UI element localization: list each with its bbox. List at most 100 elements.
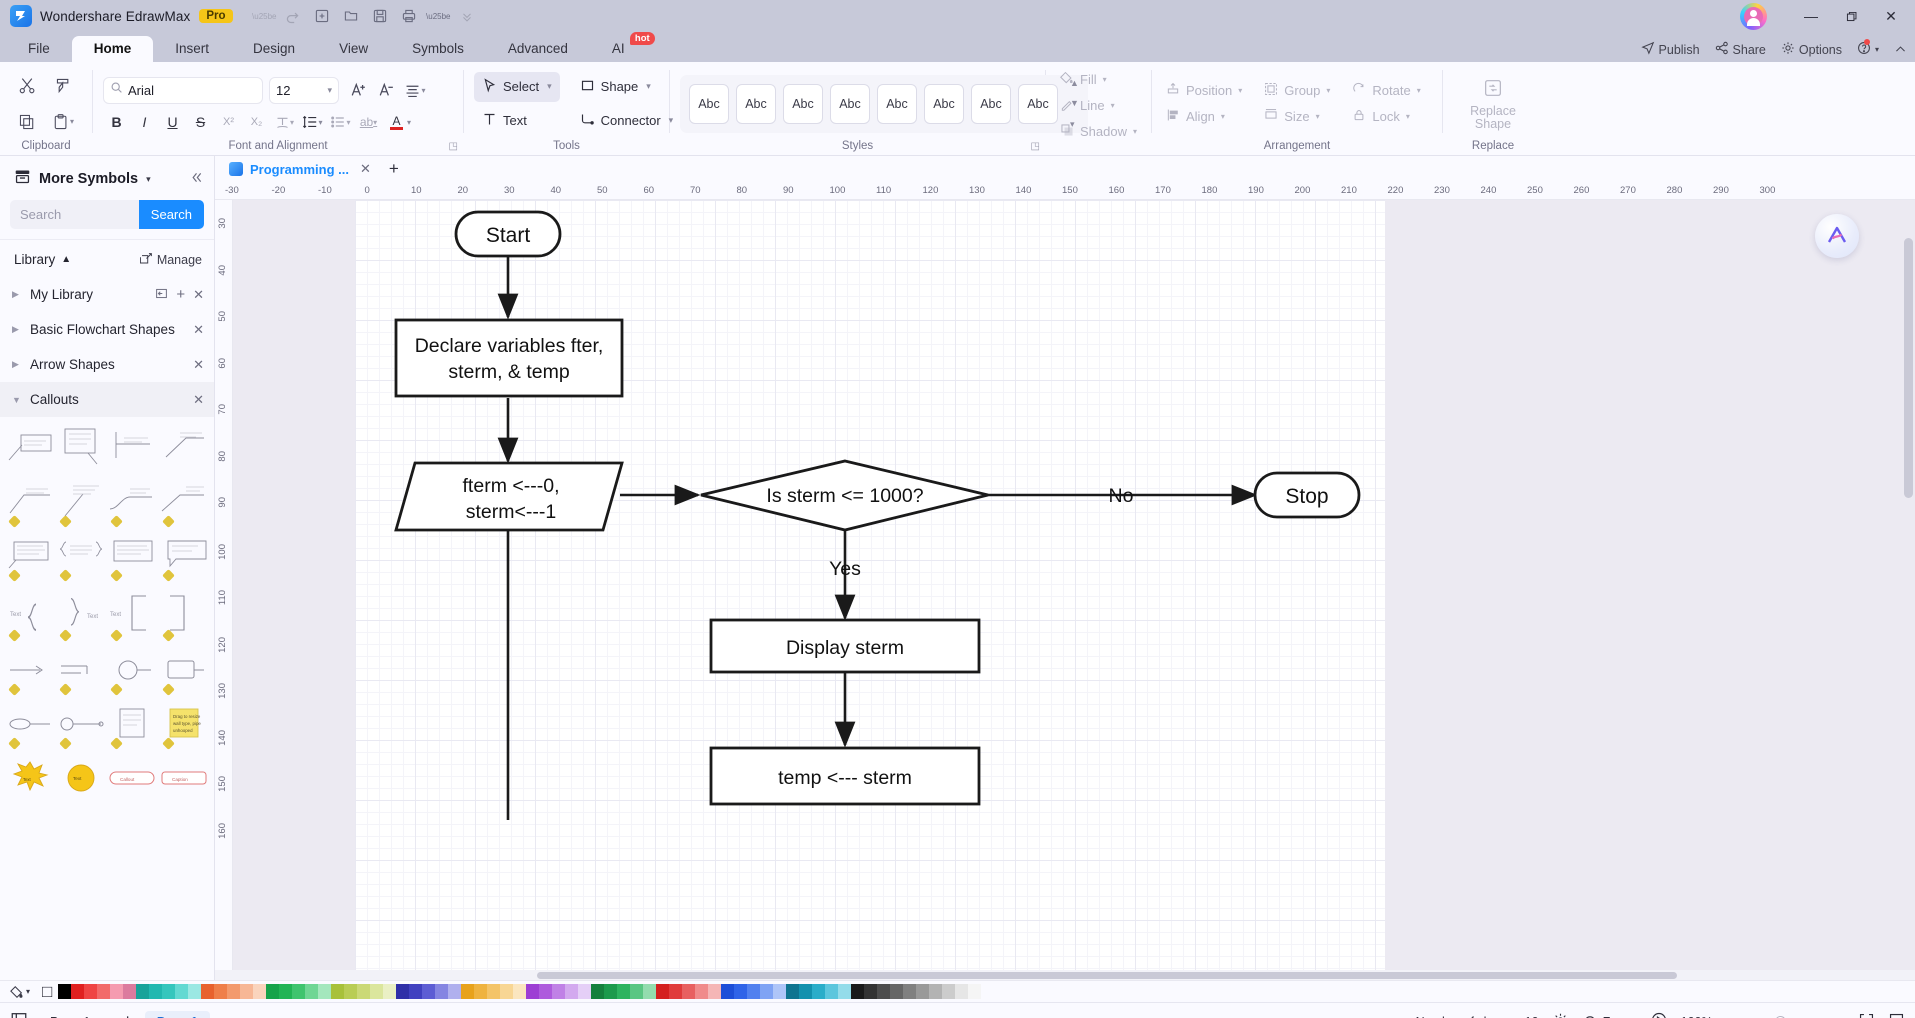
- page-selector[interactable]: Page-1 ▾: [40, 1012, 110, 1018]
- shape-thumbnail[interactable]: [55, 645, 106, 696]
- color-swatch[interactable]: [110, 984, 124, 999]
- subscript-button[interactable]: X₂: [243, 109, 270, 135]
- avatar[interactable]: [1740, 3, 1767, 30]
- color-swatch[interactable]: [188, 984, 202, 999]
- color-swatch[interactable]: [474, 984, 488, 999]
- more-icon[interactable]: [454, 4, 480, 28]
- text-tool-button[interactable]: Text: [474, 106, 560, 136]
- color-swatch[interactable]: [942, 984, 956, 999]
- color-swatch[interactable]: [890, 984, 904, 999]
- shape-thumbnail[interactable]: [158, 423, 210, 473]
- font-family-input[interactable]: ▾: [103, 76, 309, 104]
- font-size-input[interactable]: ▾: [269, 76, 339, 104]
- tab-file[interactable]: File: [6, 36, 72, 62]
- color-swatch[interactable]: [708, 984, 722, 999]
- flowchart-diagram[interactable]: Start Declare variables fter, sterm, & t…: [355, 200, 1385, 820]
- style-swatch[interactable]: Abc: [877, 83, 917, 124]
- color-swatch[interactable]: [292, 984, 306, 999]
- shape-thumbnail[interactable]: [158, 477, 210, 528]
- close-icon[interactable]: ✕: [193, 392, 204, 408]
- no-fill-swatch[interactable]: □: [36, 982, 58, 1002]
- close-icon[interactable]: ✕: [193, 287, 204, 303]
- color-swatch[interactable]: [799, 984, 813, 999]
- styles-dialog-launcher[interactable]: ◳: [1031, 141, 1040, 152]
- maximize-button[interactable]: [1831, 0, 1871, 32]
- color-swatch[interactable]: [747, 984, 761, 999]
- shape-thumbnail[interactable]: [106, 699, 158, 750]
- color-swatch[interactable]: [253, 984, 267, 999]
- shape-thumbnail[interactable]: Text: [55, 585, 106, 642]
- focus-mode-button[interactable]: Focus: [1582, 1014, 1637, 1018]
- color-swatch[interactable]: [84, 984, 98, 999]
- export-icon[interactable]: \u25be: [424, 4, 451, 28]
- shape-thumbnail[interactable]: [158, 585, 210, 642]
- bullet-list-button[interactable]: ▾: [327, 109, 354, 135]
- color-swatch[interactable]: [175, 984, 189, 999]
- bold-button[interactable]: B: [103, 109, 130, 135]
- underline-button[interactable]: U: [159, 109, 186, 135]
- style-swatch[interactable]: Abc: [830, 83, 870, 124]
- increase-font-size-icon[interactable]: [345, 76, 373, 104]
- page-view-icon[interactable]: [10, 1011, 28, 1018]
- shape-thumbnail[interactable]: [106, 645, 158, 696]
- color-swatch[interactable]: [565, 984, 579, 999]
- shape-thumbnail[interactable]: Callout: [106, 753, 158, 803]
- color-swatch[interactable]: [591, 984, 605, 999]
- color-swatch[interactable]: [825, 984, 839, 999]
- save-icon[interactable]: [367, 4, 393, 28]
- undo-icon[interactable]: \u25be: [250, 4, 277, 28]
- add-tab-button[interactable]: +: [389, 159, 399, 179]
- shape-thumbnail[interactable]: Text: [4, 753, 55, 803]
- color-swatch[interactable]: [318, 984, 332, 999]
- horizontal-scrollbar-thumb[interactable]: [537, 971, 1677, 979]
- color-swatch[interactable]: [422, 984, 436, 999]
- search-field[interactable]: [20, 207, 129, 222]
- color-swatch[interactable]: [968, 984, 982, 999]
- vertical-scrollbar[interactable]: [1904, 238, 1913, 498]
- format-painter-icon[interactable]: [46, 69, 80, 103]
- color-swatch-strip[interactable]: [58, 984, 1915, 999]
- zoom-out-button[interactable]: −: [1733, 1014, 1741, 1018]
- document-tab[interactable]: Programming ... ✕: [221, 158, 379, 180]
- cut-icon[interactable]: [10, 69, 44, 103]
- color-swatch[interactable]: [214, 984, 228, 999]
- color-swatch[interactable]: [201, 984, 215, 999]
- close-button[interactable]: ✕: [1871, 0, 1911, 32]
- fill-button[interactable]: Fill ▾: [1056, 67, 1111, 92]
- settings-icon[interactable]: [1552, 1012, 1569, 1018]
- shape-thumbnail[interactable]: Caption: [158, 753, 210, 803]
- shape-tool-button[interactable]: Shape ▾: [572, 72, 682, 102]
- decrease-font-size-icon[interactable]: [373, 76, 401, 104]
- options-button[interactable]: Options: [1781, 41, 1842, 58]
- page-tab-page-1[interactable]: Page-1: [144, 1010, 210, 1018]
- paste-icon[interactable]: ▾: [46, 105, 80, 139]
- line-button[interactable]: Line ▾: [1056, 93, 1119, 118]
- shape-thumbnail[interactable]: [4, 531, 55, 582]
- color-swatch[interactable]: [58, 984, 72, 999]
- color-swatch[interactable]: [149, 984, 163, 999]
- color-swatch[interactable]: [929, 984, 943, 999]
- italic-button[interactable]: I: [131, 109, 158, 135]
- shape-thumbnail[interactable]: [158, 531, 210, 582]
- color-swatch[interactable]: [877, 984, 891, 999]
- presentation-icon[interactable]: [1650, 1011, 1668, 1018]
- color-swatch[interactable]: [734, 984, 748, 999]
- color-swatch[interactable]: [344, 984, 358, 999]
- horizontal-ruler[interactable]: -30 -20 -10 0 10 20 30 40 50 60 70 80 90 100 110 120 130…: [215, 182, 1915, 200]
- color-swatch[interactable]: [916, 984, 930, 999]
- tab-design[interactable]: Design: [231, 36, 317, 62]
- font-dialog-launcher[interactable]: ◳: [449, 141, 458, 152]
- color-swatch[interactable]: [682, 984, 696, 999]
- strikethrough-button[interactable]: S: [187, 109, 214, 135]
- close-icon[interactable]: ✕: [360, 161, 371, 177]
- position-button[interactable]: Position ▾: [1162, 78, 1246, 103]
- superscript-button[interactable]: X²: [215, 109, 242, 135]
- color-swatch[interactable]: [370, 984, 384, 999]
- color-swatch[interactable]: [396, 984, 410, 999]
- zoom-slider[interactable]: − +: [1733, 1014, 1845, 1018]
- shape-thumbnail[interactable]: [55, 699, 106, 750]
- color-swatch[interactable]: [578, 984, 592, 999]
- color-swatch[interactable]: [97, 984, 111, 999]
- share-button[interactable]: Share: [1715, 41, 1766, 58]
- color-swatch[interactable]: [643, 984, 657, 999]
